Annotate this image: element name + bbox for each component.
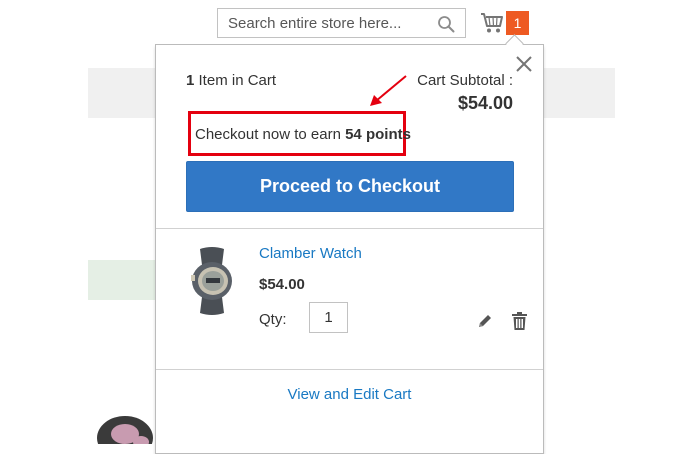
trash-icon[interactable] (512, 312, 527, 330)
divider (156, 228, 543, 229)
qty-label: Qty: (259, 311, 287, 328)
search-icon[interactable] (437, 15, 455, 33)
proceed-to-checkout-button[interactable]: Proceed to Checkout (186, 161, 514, 212)
points-prefix: Checkout now to earn (195, 126, 341, 143)
edit-icon[interactable] (477, 313, 493, 329)
items-count-number: 1 (186, 72, 195, 89)
items-in-cart: 1 Item in Cart (186, 72, 276, 89)
points-value: 54 points (345, 126, 411, 143)
divider (156, 369, 543, 370)
close-icon[interactable] (515, 55, 533, 73)
search-box[interactable] (217, 8, 466, 38)
search-input[interactable] (218, 9, 438, 37)
points-highlight-box: Checkout now to earn 54 points (188, 111, 411, 156)
cart-count-badge[interactable]: 1 (506, 11, 529, 35)
items-count-label: Item in Cart (198, 72, 277, 89)
product-name-link[interactable]: Clamber Watch (259, 245, 362, 262)
product-price: $54.00 (259, 276, 305, 293)
minicart-dropdown: 1 Item in Cart Cart Subtotal : $54.00 Ch… (155, 34, 544, 454)
view-and-edit-cart-link[interactable]: View and Edit Cart (156, 386, 543, 403)
annotation-arrow (370, 75, 407, 106)
reward-points-message: Checkout now to earn 54 points (195, 126, 411, 143)
cart-icon[interactable] (480, 12, 504, 34)
subtotal-value: $54.00 (457, 93, 513, 113)
qty-input[interactable] (309, 302, 348, 333)
product-thumbnail[interactable] (180, 245, 244, 317)
subtotal-label: Cart Subtotal : (417, 72, 513, 89)
dropdown-pointer (505, 34, 524, 53)
